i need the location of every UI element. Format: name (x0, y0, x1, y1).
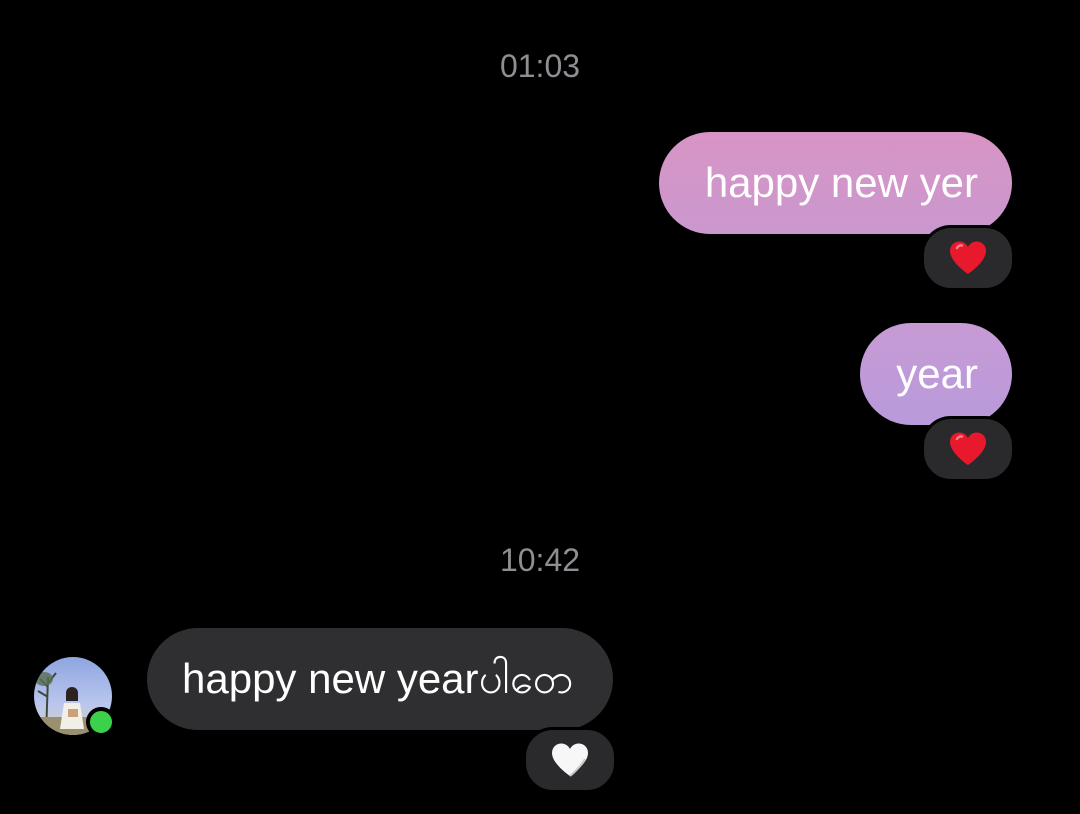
red-heart-icon (950, 432, 986, 465)
online-status-indicator (86, 707, 116, 737)
message-text: happy new yearပါဝော (182, 655, 574, 702)
incoming-message-bubble[interactable]: happy new yearပါဝော (147, 628, 613, 730)
message-reaction[interactable] (523, 727, 617, 793)
time-separator: 10:42 (499, 542, 581, 578)
red-heart-icon (950, 241, 986, 274)
outgoing-message-bubble[interactable]: happy new yer (659, 132, 1012, 234)
message-reaction[interactable] (921, 225, 1015, 291)
white-heart-icon (552, 743, 588, 777)
outgoing-message-bubble[interactable]: year (860, 323, 1012, 425)
time-separator: 01:03 (499, 48, 581, 84)
message-text: happy new yer (704, 159, 978, 206)
message-reaction[interactable] (921, 416, 1015, 482)
message-text: year (896, 350, 978, 397)
